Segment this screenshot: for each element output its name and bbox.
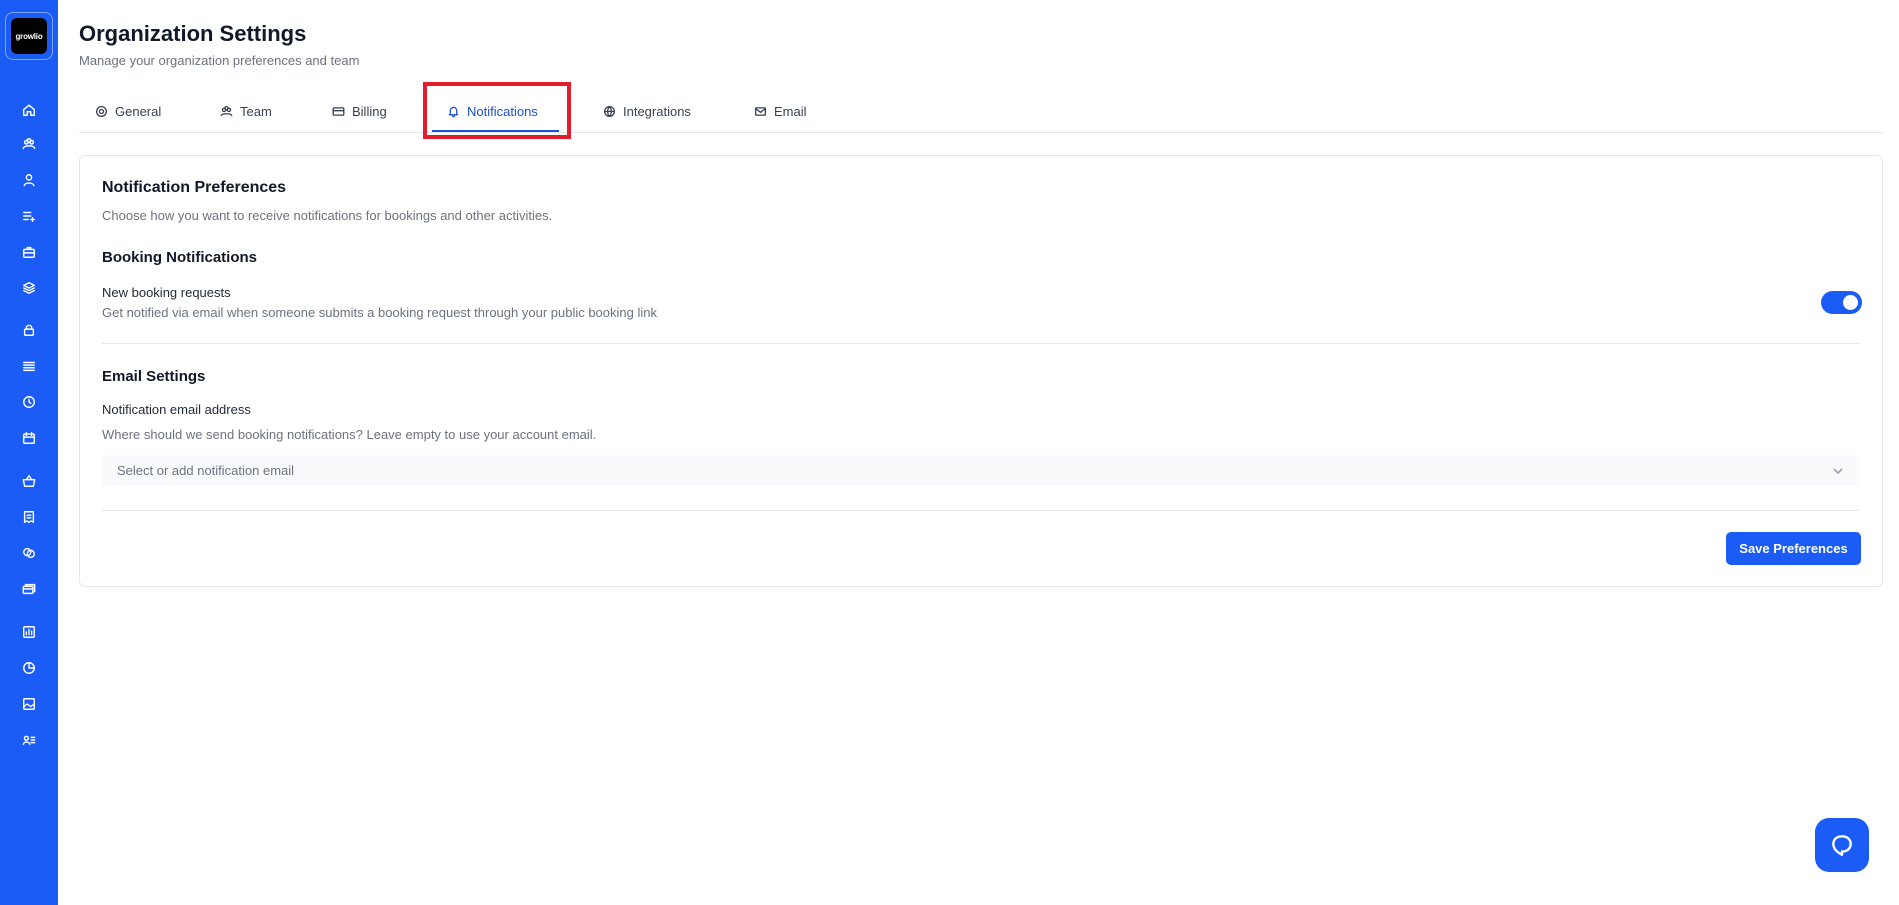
tab-email[interactable]: Email <box>754 90 807 132</box>
user-icon[interactable] <box>21 172 37 188</box>
gear-icon <box>95 105 108 117</box>
credit-card-icon <box>332 106 345 116</box>
new-booking-label: New booking requests <box>102 285 231 300</box>
page-title: Organization Settings <box>79 21 307 46</box>
image-icon[interactable] <box>21 696 37 712</box>
tab-label: Team <box>240 103 272 119</box>
team-icon <box>220 105 233 116</box>
calendar-icon[interactable] <box>21 430 37 446</box>
notification-email-select[interactable]: Select or add notification email <box>102 455 1860 487</box>
tab-general[interactable]: General <box>95 90 161 132</box>
select-placeholder: Select or add notification email <box>117 463 295 478</box>
save-preferences-button[interactable]: Save Preferences <box>1726 532 1861 565</box>
tab-label: General <box>115 103 162 119</box>
cards-icon[interactable] <box>21 581 37 597</box>
mail-icon <box>754 106 767 116</box>
app-logo[interactable]: growlio <box>5 12 53 60</box>
globe-icon <box>603 105 616 117</box>
card-description: Choose how you want to receive notificat… <box>102 208 553 223</box>
list-add-icon[interactable] <box>21 208 37 224</box>
menu-lines-icon[interactable] <box>21 358 37 374</box>
highlight-box <box>423 82 571 139</box>
tab-label: Billing <box>352 103 387 119</box>
clock-icon[interactable] <box>21 394 37 410</box>
notification-email-help: Where should we send booking notificatio… <box>102 427 597 442</box>
logo-text: growlio <box>11 18 47 54</box>
tab-integrations[interactable]: Integrations <box>603 90 691 132</box>
layers-icon[interactable] <box>21 280 37 296</box>
chat-bubble-icon <box>1832 835 1852 856</box>
section-divider <box>102 343 1860 344</box>
briefcase-icon[interactable] <box>21 244 37 260</box>
tab-label: Integrations <box>623 103 691 119</box>
new-booking-description: Get notified via email when someone subm… <box>102 305 657 320</box>
toggle-knob <box>1843 295 1858 310</box>
page-subtitle: Manage your organization preferences and… <box>79 53 360 68</box>
booking-notifications-heading: Booking Notifications <box>102 249 257 266</box>
pie-chart-icon[interactable] <box>21 660 37 676</box>
tab-billing[interactable]: Billing <box>332 90 387 132</box>
notification-preferences-card: Notification Preferences Choose how you … <box>79 155 1883 587</box>
basket-icon[interactable] <box>21 473 37 489</box>
settings-tabs: General Team Billing Notifications Integ… <box>79 90 1883 133</box>
support-chat-button[interactable] <box>1815 818 1869 872</box>
new-booking-toggle[interactable] <box>1821 291 1862 314</box>
tab-label: Email <box>774 103 807 119</box>
team-icon[interactable] <box>21 136 37 152</box>
tab-team[interactable]: Team <box>220 90 272 132</box>
user-list-icon[interactable] <box>21 732 37 748</box>
card-title: Notification Preferences <box>102 179 287 196</box>
chevron-down-icon <box>1832 464 1846 478</box>
coins-icon[interactable] <box>21 545 37 561</box>
lock-icon[interactable] <box>21 322 37 338</box>
footer-divider <box>102 510 1860 511</box>
email-settings-heading: Email Settings <box>102 368 206 385</box>
notification-email-label: Notification email address <box>102 402 251 417</box>
home-icon[interactable] <box>21 102 37 118</box>
chart-icon[interactable] <box>21 624 37 640</box>
receipt-icon[interactable] <box>21 509 37 525</box>
sidebar: growlio <box>0 0 58 905</box>
